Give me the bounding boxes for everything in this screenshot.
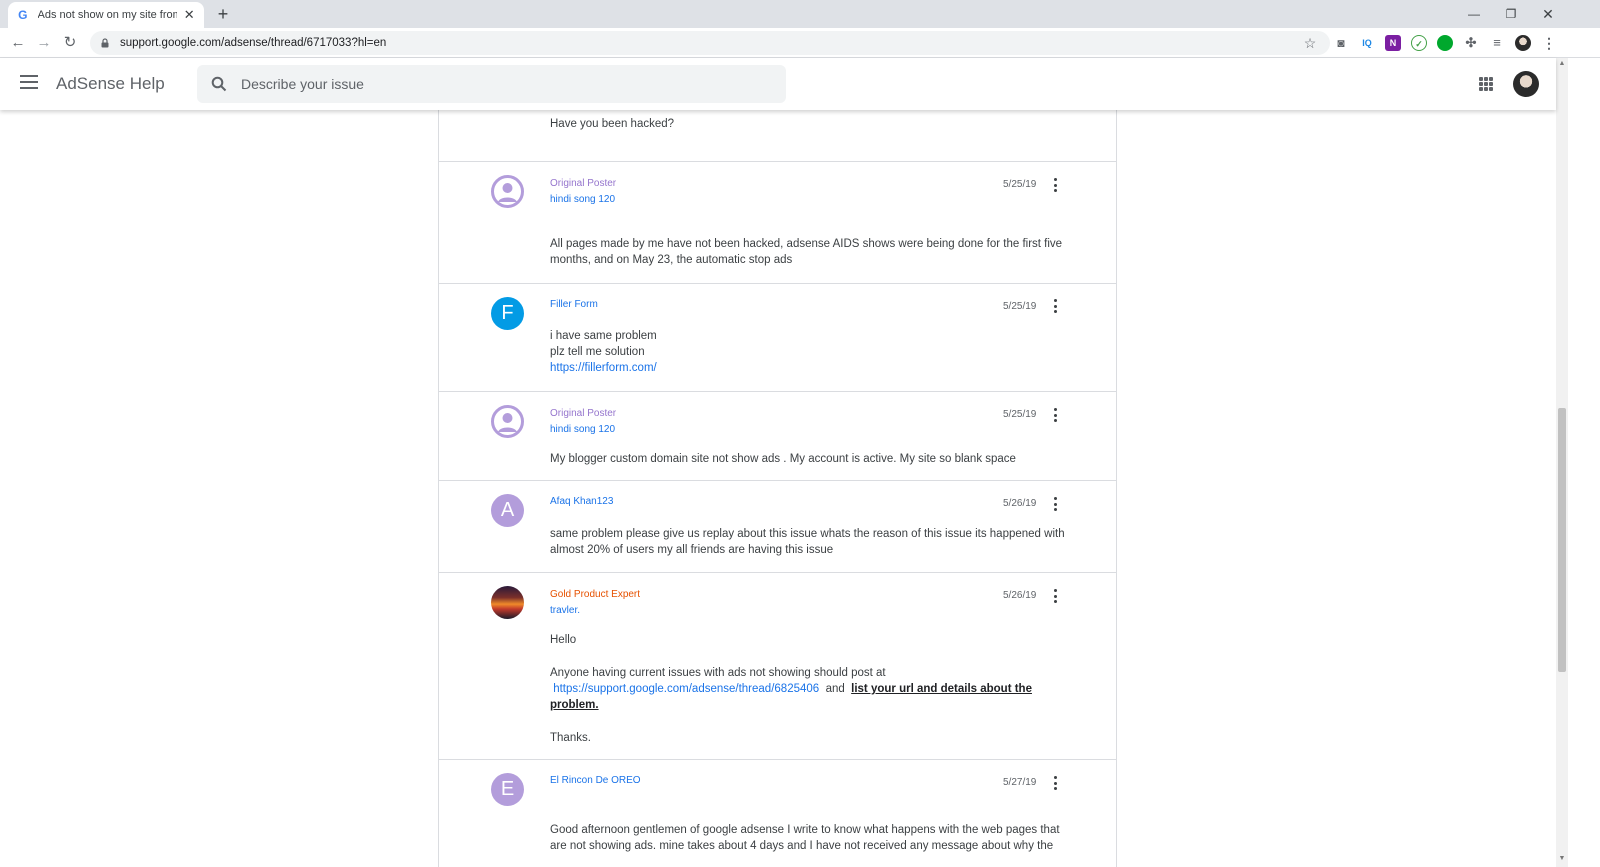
more-options-icon[interactable]: [1052, 776, 1058, 790]
page-scrollbar[interactable]: ▲ ▼: [1556, 58, 1568, 867]
menu-icon[interactable]: ⋮: [1541, 35, 1557, 51]
puzzle-icon[interactable]: ✣: [1463, 35, 1479, 51]
author-name[interactable]: El Rincon De OREO: [550, 775, 641, 786]
author-name[interactable]: travler.: [550, 605, 580, 616]
reply-card: A Afaq Khan123 5/26/19 same problem plea…: [439, 481, 1116, 573]
star-icon[interactable]: ☆: [1300, 33, 1320, 53]
reply-date: 5/25/19: [1003, 301, 1037, 312]
author-name[interactable]: hindi song 120: [550, 424, 615, 435]
minimize-icon[interactable]: —: [1464, 4, 1484, 24]
reply-closing: Thanks.: [550, 732, 591, 744]
reply-text: Have you been hacked?: [550, 118, 675, 130]
author-name[interactable]: Afaq Khan123: [550, 496, 613, 507]
address-bar[interactable]: support.google.com/adsense/thread/671703…: [90, 31, 1330, 55]
scroll-up-icon[interactable]: ▲: [1556, 60, 1568, 70]
media-icon[interactable]: ≡: [1489, 35, 1505, 51]
new-tab-icon[interactable]: +: [213, 4, 233, 24]
search-input[interactable]: [241, 76, 761, 92]
reload-icon[interactable]: ↻: [60, 33, 80, 53]
reply-date: 5/26/19: [1003, 590, 1037, 601]
reply-link-line: https://support.google.com/adsense/threa…: [550, 681, 1070, 714]
reply-text: i have same problem: [550, 330, 657, 342]
reply-text: My blogger custom domain site not show a…: [550, 453, 1016, 465]
reply-link[interactable]: https://fillerform.com/: [550, 360, 1070, 376]
search-icon: [211, 76, 227, 92]
avatar-sunset-icon: [491, 586, 524, 619]
reply-text: same problem please give us replay about…: [550, 528, 1065, 557]
more-options-icon[interactable]: [1052, 299, 1058, 313]
reply-card: Original Poster hindi song 120 5/25/19 A…: [439, 162, 1116, 284]
scroll-down-icon[interactable]: ▼: [1556, 855, 1568, 865]
product-title[interactable]: AdSense Help: [56, 74, 165, 94]
more-options-icon[interactable]: [1052, 408, 1058, 422]
lock-icon: [101, 38, 109, 48]
reply-text: All pages made by me have not been hacke…: [550, 238, 1063, 267]
reply-greeting: Hello: [550, 634, 577, 646]
reply-card: Original Poster hindi song 120 5/25/19 M…: [439, 392, 1116, 481]
profile-icon[interactable]: [1515, 35, 1531, 51]
reply-link[interactable]: https://support.google.com/adsense/threa…: [553, 683, 819, 695]
forward-icon[interactable]: →: [34, 33, 54, 53]
url-text: support.google.com/adsense/thread/671703…: [120, 37, 387, 49]
author-name[interactable]: hindi song 120: [550, 194, 615, 205]
reply-card: F Filler Form 5/25/19 i have same proble…: [439, 284, 1116, 392]
author-role: Original Poster: [550, 408, 617, 419]
browser-toolbar: ← → ↻ support.google.com/adsense/thread/…: [0, 28, 1600, 58]
reply-and: and: [825, 683, 845, 695]
extension-onenote-icon[interactable]: N: [1385, 35, 1401, 51]
tab-close-icon[interactable]: ✕: [183, 8, 197, 22]
reply-card: E El Rincon De OREO 5/27/19 Good afterno…: [439, 760, 1116, 867]
reply-card: Gold Product Expert travler. 5/26/19 Hel…: [439, 573, 1116, 760]
avatar-person-icon: [491, 175, 524, 208]
avatar-person-icon: [491, 405, 524, 438]
google-favicon-icon: G: [18, 8, 28, 22]
reply-card: Have you been hacked?: [439, 110, 1116, 162]
help-header: AdSense Help: [0, 58, 1556, 110]
author-name[interactable]: Filler Form: [550, 299, 598, 310]
tab-title: Ads not show on my site from 23: [37, 9, 177, 21]
reply-date: 5/25/19: [1003, 409, 1037, 420]
thread-replies: Have you been hacked? Original Poster hi…: [438, 110, 1117, 867]
extension-iq-icon[interactable]: IQ: [1359, 35, 1375, 51]
scroll-thumb[interactable]: [1558, 408, 1566, 672]
avatar: E: [491, 773, 524, 806]
avatar: A: [491, 494, 524, 527]
more-options-icon[interactable]: [1052, 589, 1058, 603]
author-role: Gold Product Expert: [550, 589, 641, 600]
reply-text: Anyone having current issues with ads no…: [550, 667, 886, 679]
account-avatar[interactable]: [1513, 71, 1539, 97]
extension-grammarly-icon[interactable]: ✓: [1411, 35, 1427, 51]
author-role: Original Poster: [550, 178, 617, 189]
more-options-icon[interactable]: [1052, 497, 1058, 511]
browser-tab-bar: G Ads not show on my site from 23 ✕ + — …: [0, 0, 1600, 28]
more-options-icon[interactable]: [1052, 178, 1058, 192]
hamburger-menu-icon[interactable]: [20, 75, 38, 93]
camera-icon[interactable]: ◙: [1333, 35, 1349, 51]
browser-tab[interactable]: G Ads not show on my site from 23 ✕: [8, 2, 204, 28]
close-window-icon[interactable]: ✕: [1538, 4, 1558, 24]
reply-text: plz tell me solution: [550, 346, 645, 358]
reply-text: Good afternoon gentlemen of google adsen…: [550, 824, 1060, 853]
search-box[interactable]: [197, 65, 786, 103]
avatar: F: [491, 297, 524, 330]
apps-grid-icon[interactable]: [1479, 77, 1493, 91]
restore-icon[interactable]: ❐: [1501, 4, 1521, 24]
extension-evernote-icon[interactable]: [1437, 35, 1453, 51]
reply-date: 5/27/19: [1003, 777, 1037, 788]
reply-date: 5/26/19: [1003, 498, 1037, 509]
reply-date: 5/25/19: [1003, 179, 1037, 190]
back-icon[interactable]: ←: [8, 33, 28, 53]
